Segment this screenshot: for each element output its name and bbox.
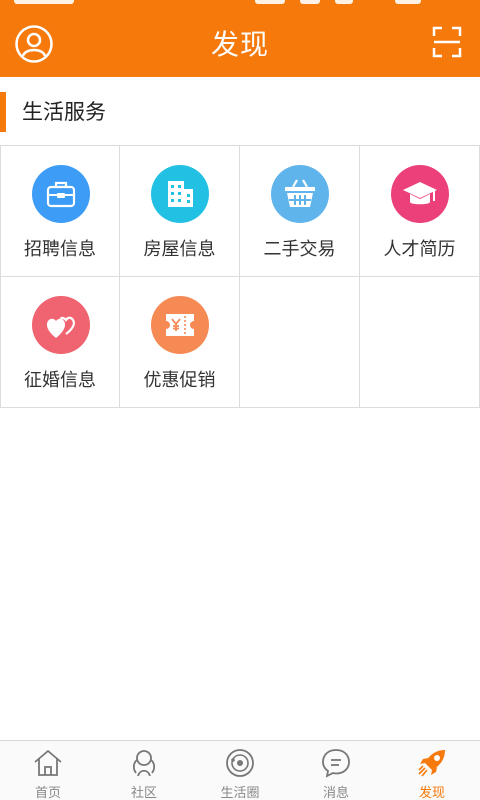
tab-label: 生活圈 [220,786,260,800]
service-icon-bg [32,165,90,223]
service-icon-bg [271,165,329,223]
service-icon-bg [32,296,90,354]
rocket-icon [418,750,445,777]
service-label: 二手交易 [263,239,336,260]
bottom-tab-bar: 首页 社区 生活圈 消息 发现 [0,740,480,800]
life-circle-icon [226,749,254,777]
section-accent-bar [0,92,6,132]
service-icon-bg [391,165,449,223]
message-icon [322,749,350,778]
tab-label: 社区 [130,786,157,800]
community-icon [132,750,156,777]
tab-label: 发现 [418,786,445,800]
tab-home[interactable]: 首页 [0,741,96,800]
scan-button[interactable] [432,26,462,58]
page-title: 发现 [210,28,269,61]
service-label: 征婚信息 [24,370,96,391]
service-icon-bg [151,296,209,354]
basket-icon [271,165,329,223]
tab-discover[interactable]: 发现 [384,741,480,800]
hearts-icon [32,296,90,354]
top-header: 发现 [0,12,480,77]
empty-cell [360,277,480,408]
app-root: 发现 生活服务 招聘信息 房屋信息 二手交易 人才简历 征婚信息 优惠促销 首页… [0,0,480,800]
tab-community[interactable]: 社区 [96,741,192,800]
home-icon [34,749,62,776]
service-label: 招聘信息 [24,239,96,260]
service-item-promotion[interactable]: 优惠促销 [120,277,240,408]
service-item-secondhand[interactable]: 二手交易 [240,146,360,277]
service-label: 人才简历 [383,239,456,260]
scan-icon [432,26,462,58]
service-item-resume[interactable]: 人才简历 [360,146,480,277]
service-label: 房屋信息 [143,239,216,260]
status-bar [0,0,480,12]
tab-life-circle[interactable]: 生活圈 [192,741,288,800]
service-item-jobs[interactable]: 招聘信息 [0,146,120,277]
tab-label: 消息 [322,786,349,800]
building-icon [151,165,209,223]
section-title: 生活服务 [22,100,106,124]
service-item-dating[interactable]: 征婚信息 [0,277,120,408]
graduation-cap-icon [391,165,449,223]
coupon-icon [151,296,209,354]
tab-messages[interactable]: 消息 [288,741,384,800]
service-item-housing[interactable]: 房屋信息 [120,146,240,277]
service-label: 优惠促销 [143,370,216,391]
section-header: 生活服务 [0,92,480,132]
empty-cell [240,277,360,408]
briefcase-icon [32,165,90,223]
service-grid: 招聘信息 房屋信息 二手交易 人才简历 征婚信息 优惠促销 [0,145,480,408]
tab-label: 首页 [34,786,61,800]
service-icon-bg [151,165,209,223]
